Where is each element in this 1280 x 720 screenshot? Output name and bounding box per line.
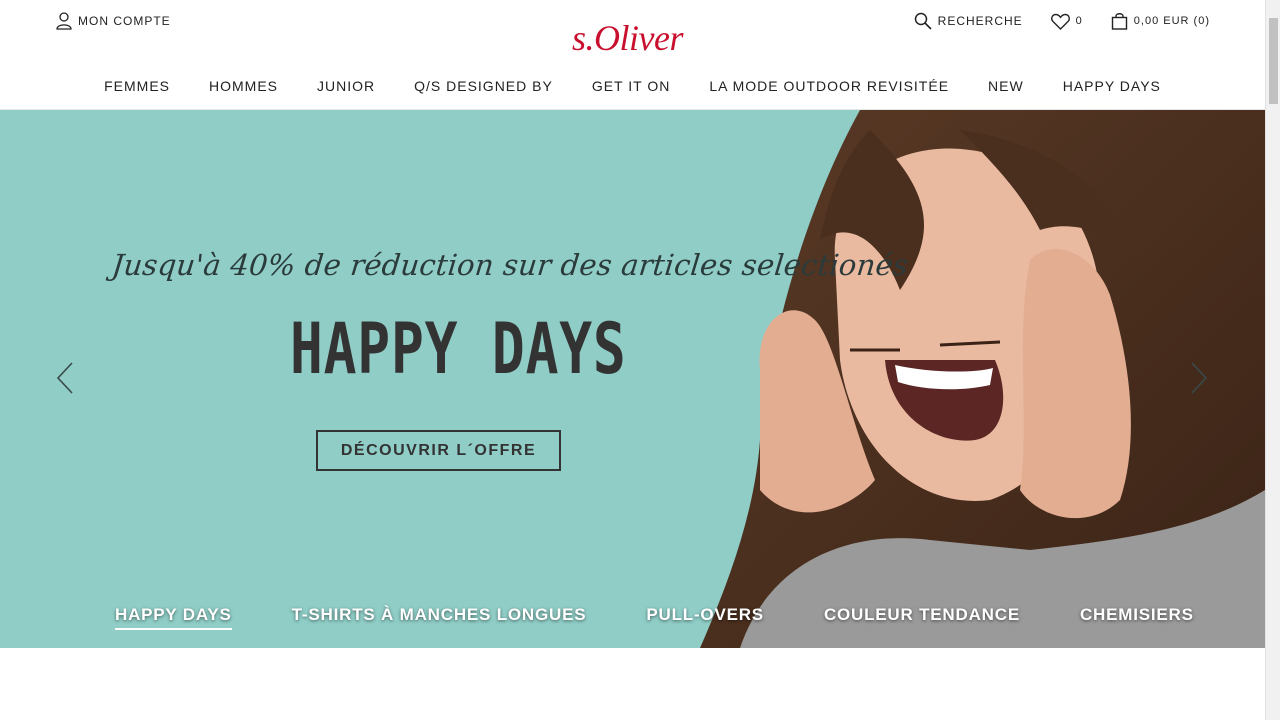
wishlist-button[interactable]: 0 [1050, 13, 1083, 30]
brand-logo[interactable]: s.Oliver [572, 20, 683, 56]
wishlist-count: 0 [1075, 15, 1083, 27]
account-link[interactable]: MON COMPTE [56, 12, 171, 30]
cart-button[interactable]: 0,00 EUR (0) [1111, 12, 1210, 30]
nav-item-outdoor[interactable]: LA MODE OUTDOOR REVISITÉE [709, 78, 949, 94]
header-tools: RECHERCHE 0 0,00 EUR (0) [914, 12, 1210, 30]
nav-item-femmes[interactable]: FEMMES [104, 78, 170, 94]
hero-link-long-sleeve-tshirts[interactable]: T-SHIRTS À MANCHES LONGUES [292, 605, 587, 630]
carousel-prev-button[interactable] [54, 360, 78, 396]
hero-tagline: Jusqu'à 40% de réduction sur des article… [110, 248, 910, 282]
cart-label: 0,00 EUR (0) [1133, 15, 1210, 27]
search-label: RECHERCHE [937, 14, 1023, 28]
hero-headline: HAPPY DAYS [290, 308, 627, 390]
site-header: MON COMPTE s.Oliver RECHERCHE 0 0,00 EUR… [0, 0, 1265, 110]
nav-item-junior[interactable]: JUNIOR [317, 78, 375, 94]
heart-icon [1050, 13, 1070, 30]
hero-link-trend-color[interactable]: COULEUR TENDANCE [824, 605, 1020, 630]
nav-item-hommes[interactable]: HOMMES [209, 78, 278, 94]
scrollbar-thumb[interactable] [1269, 18, 1278, 104]
hero-link-happy-days[interactable]: HAPPY DAYS [115, 605, 232, 630]
hero-model-photo [700, 110, 1265, 648]
hero-category-links: HAPPY DAYS T-SHIRTS À MANCHES LONGUES PU… [115, 605, 1194, 630]
nav-item-get-it-on[interactable]: GET IT ON [592, 78, 671, 94]
search-icon [914, 12, 932, 30]
hero-link-blouses[interactable]: CHEMISIERS [1080, 605, 1194, 630]
nav-item-happy-days[interactable]: HAPPY DAYS [1063, 78, 1161, 94]
search-button[interactable]: RECHERCHE [914, 12, 1023, 30]
page-scrollbar[interactable] [1265, 0, 1280, 720]
carousel-next-button[interactable] [1186, 360, 1210, 396]
chevron-right-icon [1191, 362, 1208, 394]
main-nav: FEMMES HOMMES JUNIOR Q/S DESIGNED BY GET… [0, 78, 1265, 94]
discover-offer-button[interactable]: DÉCOUVRIR L´OFFRE [316, 430, 561, 471]
account-label: MON COMPTE [78, 14, 171, 28]
nav-item-qs-designed-by[interactable]: Q/S DESIGNED BY [414, 78, 553, 94]
chevron-left-icon [56, 362, 73, 394]
hero-banner[interactable]: Jusqu'à 40% de réduction sur des article… [0, 110, 1265, 648]
nav-item-new[interactable]: NEW [988, 78, 1024, 94]
user-icon [56, 12, 72, 30]
hero-link-pullovers[interactable]: PULL-OVERS [646, 605, 764, 630]
shopping-bag-icon [1111, 12, 1128, 30]
